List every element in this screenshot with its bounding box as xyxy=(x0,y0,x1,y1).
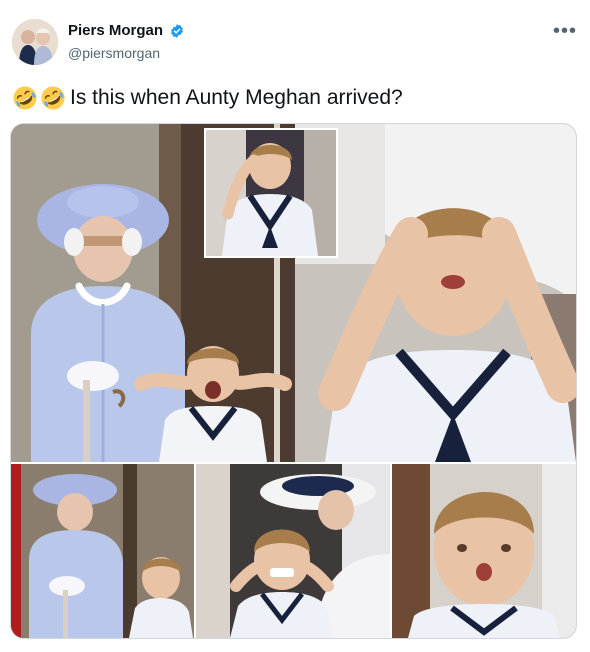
photo-prince-saluting xyxy=(204,128,338,258)
tweet-body-text: Is this when Aunty Meghan arrived? xyxy=(70,86,403,109)
photo-prince-blowing xyxy=(392,464,576,638)
author-display-name[interactable]: Piers Morgan xyxy=(68,22,163,40)
avatar[interactable] xyxy=(12,19,58,65)
tweet-card: Piers Morgan @piersmorgan ••• Is this wh… xyxy=(0,0,590,652)
more-options-icon[interactable]: ••• xyxy=(551,19,579,43)
photo-prince-pulling-face xyxy=(196,464,390,638)
emoji-group xyxy=(12,85,66,111)
rolling-laughing-emoji-icon xyxy=(13,86,37,110)
profile-photo xyxy=(12,19,58,65)
rolling-laughing-emoji-icon xyxy=(41,86,65,110)
tweet-text: Is this when Aunty Meghan arrived? xyxy=(12,84,403,112)
photo-queen-with-prince xyxy=(11,464,194,638)
author-handle[interactable]: @piersmorgan xyxy=(68,44,160,62)
verified-badge-icon xyxy=(169,23,185,39)
author-name-row: Piers Morgan xyxy=(68,22,185,40)
tweet-media-collage[interactable] xyxy=(10,123,577,639)
